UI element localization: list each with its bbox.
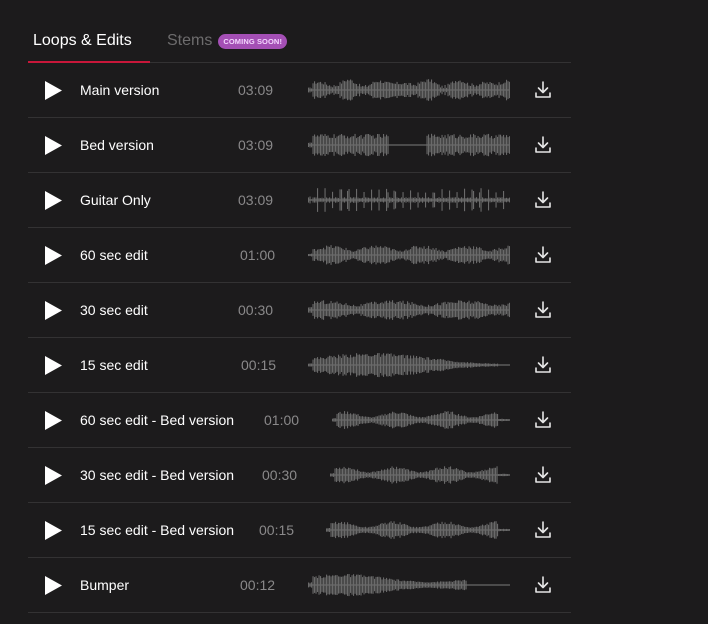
waveform-bars — [308, 300, 510, 320]
download-icon[interactable] — [533, 465, 553, 485]
download-icon[interactable] — [533, 355, 553, 375]
tab-stems-label: Stems — [167, 32, 213, 49]
track-duration: 00:15 — [259, 522, 295, 538]
waveform-bars — [308, 245, 510, 265]
waveform[interactable] — [308, 295, 510, 325]
play-icon[interactable] — [44, 521, 62, 540]
track-duration: 03:09 — [238, 192, 274, 208]
track-duration: 03:09 — [238, 137, 274, 153]
play-icon[interactable] — [44, 191, 62, 210]
track-duration: 01:00 — [240, 247, 276, 263]
track-name: 30 sec edit - Bed version — [80, 467, 235, 483]
track-list: Main version 03:09 Bed version 03:09 Guitar … — [28, 63, 571, 613]
waveform-bars — [330, 466, 510, 484]
track-row: 60 sec edit - Bed version 01:00 — [28, 393, 571, 448]
waveform[interactable] — [308, 240, 510, 270]
waveform-bars — [308, 133, 510, 157]
play-icon[interactable] — [44, 356, 62, 375]
track-row: Guitar Only 03:09 — [28, 173, 571, 228]
download-icon[interactable] — [533, 300, 553, 320]
play-icon[interactable] — [44, 411, 62, 430]
track-row: Main version 03:09 — [28, 63, 571, 118]
track-name: Bumper — [80, 577, 130, 593]
play-icon[interactable] — [44, 136, 62, 155]
play-icon[interactable] — [44, 81, 62, 100]
waveform-bars — [326, 521, 510, 539]
waveform-bars — [308, 79, 510, 101]
track-name: 30 sec edit — [80, 302, 148, 318]
waveform[interactable] — [332, 405, 510, 435]
play-icon[interactable] — [44, 301, 62, 320]
track-duration: 00:15 — [241, 357, 277, 373]
play-icon[interactable] — [44, 466, 62, 485]
waveform[interactable] — [326, 515, 510, 545]
waveform[interactable] — [308, 75, 510, 105]
waveform[interactable] — [308, 185, 510, 215]
track-name: 15 sec edit — [80, 357, 148, 373]
play-icon[interactable] — [44, 576, 62, 595]
track-name: 60 sec edit — [80, 247, 148, 263]
waveform-bars — [308, 353, 510, 378]
track-name: 60 sec edit - Bed version — [80, 412, 235, 428]
tracks-panel: Loops & Edits Stems COMING SOON! Main ve… — [28, 0, 571, 613]
download-icon[interactable] — [533, 410, 553, 430]
track-duration: 01:00 — [264, 412, 300, 428]
download-icon[interactable] — [533, 135, 553, 155]
waveform-bars — [308, 188, 510, 212]
track-row: 60 sec edit 01:00 — [28, 228, 571, 283]
track-row: 30 sec edit 00:30 — [28, 283, 571, 338]
track-name: 15 sec edit - Bed version — [80, 522, 235, 538]
waveform[interactable] — [330, 460, 510, 490]
download-icon[interactable] — [533, 520, 553, 540]
tab-bar: Loops & Edits Stems COMING SOON! — [28, 0, 571, 63]
download-icon[interactable] — [533, 245, 553, 265]
track-duration: 00:12 — [240, 577, 276, 593]
tab-stems[interactable]: Stems COMING SOON! — [167, 31, 288, 51]
track-duration: 03:09 — [238, 82, 274, 98]
coming-soon-badge: COMING SOON! — [218, 33, 288, 49]
track-duration: 00:30 — [238, 302, 274, 318]
waveform-bars — [332, 411, 510, 429]
track-name: Main version — [80, 82, 160, 98]
download-icon[interactable] — [533, 80, 553, 100]
waveform[interactable] — [308, 350, 510, 380]
waveform[interactable] — [308, 570, 510, 600]
track-row: Bumper 00:12 — [28, 558, 571, 613]
waveform[interactable] — [308, 130, 510, 160]
play-icon[interactable] — [44, 246, 62, 265]
download-icon[interactable] — [533, 575, 553, 595]
track-name: Guitar Only — [80, 192, 151, 208]
waveform-bars — [308, 574, 510, 597]
tab-loops-edits[interactable]: Loops & Edits — [33, 31, 132, 51]
track-duration: 00:30 — [262, 467, 298, 483]
track-row: 15 sec edit 00:15 — [28, 338, 571, 393]
track-row: 30 sec edit - Bed version 00:30 — [28, 448, 571, 503]
download-icon[interactable] — [533, 190, 553, 210]
track-row: Bed version 03:09 — [28, 118, 571, 173]
track-name: Bed version — [80, 137, 154, 153]
tab-loops-edits-label: Loops & Edits — [33, 32, 132, 49]
track-row: 15 sec edit - Bed version 00:15 — [28, 503, 571, 558]
